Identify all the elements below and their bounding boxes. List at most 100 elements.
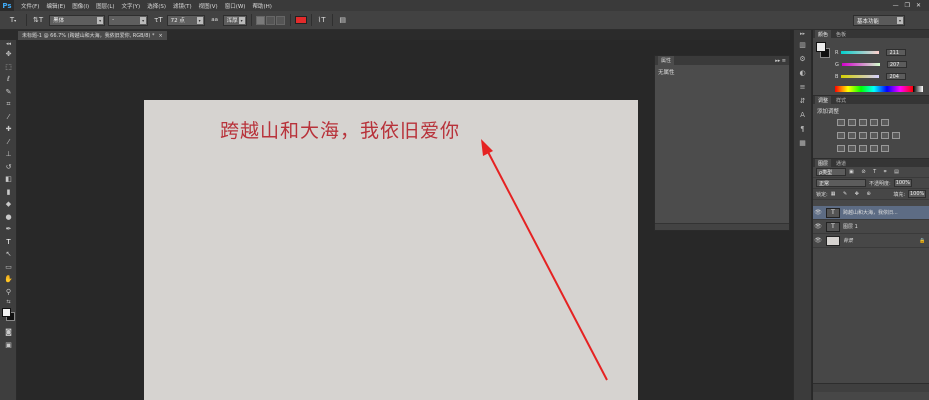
tab-swatches[interactable]: 色板 — [833, 30, 849, 38]
menu-type[interactable]: 文字(Y) — [122, 2, 141, 10]
collapse-toolbar-icon[interactable]: ◂◂ — [0, 40, 17, 48]
menu-file[interactable]: 文件(F) — [21, 2, 39, 10]
dodge-tool-icon[interactable]: ● — [0, 211, 17, 224]
invert-icon[interactable] — [837, 145, 845, 152]
visibility-eye-icon[interactable]: 👁 — [813, 209, 823, 216]
brightness-icon[interactable] — [837, 119, 845, 126]
filter-icons[interactable]: ▣ ⊘ T ⌗ ▤ — [849, 169, 902, 175]
brush-tool-icon[interactable]: ⁄ — [0, 136, 17, 149]
quick-mask-icon[interactable]: ◙ — [0, 326, 17, 339]
align-left-button[interactable] — [255, 15, 265, 25]
threshold-icon[interactable] — [859, 145, 867, 152]
collapse-panels-icon[interactable]: ▸▸ — [794, 30, 811, 38]
swatches-icon[interactable]: ◐ — [794, 66, 811, 80]
exposure-icon[interactable] — [870, 119, 878, 126]
swap-colors-icon[interactable]: ⇆ — [0, 298, 17, 306]
eyedropper-tool-icon[interactable]: ⁄ — [0, 111, 17, 124]
workspace-select[interactable]: 基本功能 ▾ — [853, 15, 905, 26]
visibility-eye-icon[interactable]: 👁 — [813, 223, 823, 230]
foreground-color-swatch[interactable] — [816, 42, 826, 52]
tab-properties[interactable]: 属性 — [658, 56, 675, 65]
antialias-select[interactable]: 浑厚 ▾ — [222, 14, 247, 26]
vibrance-icon[interactable] — [881, 119, 889, 126]
shape-tool-icon[interactable]: ▭ — [0, 261, 17, 274]
color-balance-icon[interactable] — [848, 132, 856, 139]
red-slider[interactable] — [841, 51, 880, 54]
selective-color-icon[interactable] — [881, 145, 889, 152]
pen-tool-icon[interactable]: ✒ — [0, 223, 17, 236]
marquee-tool-icon[interactable]: ⬚ — [0, 61, 17, 74]
canvas-text-layer[interactable]: 跨越山和大海，我依旧爱你 — [220, 116, 460, 143]
warp-text-icon[interactable]: ⌇T — [316, 14, 328, 26]
tab-color[interactable]: 颜色 — [815, 30, 832, 38]
gradient-map-icon[interactable] — [870, 145, 878, 152]
menu-select[interactable]: 选择(S) — [147, 2, 166, 10]
character-panel-icon[interactable]: A — [794, 108, 811, 122]
grayscale-ramp[interactable] — [913, 86, 923, 92]
blue-value-input[interactable]: 204 — [886, 73, 907, 80]
menu-image[interactable]: 图像(I) — [72, 2, 89, 10]
eraser-tool-icon[interactable]: ◧ — [0, 173, 17, 186]
fill-input[interactable]: 100% — [908, 190, 926, 198]
document-canvas[interactable]: 跨越山和大海，我依旧爱你 — [144, 100, 638, 400]
info-panel-icon[interactable]: ⇵ — [794, 94, 811, 108]
font-size-select[interactable]: 72 点 ▾ — [166, 14, 205, 26]
hue-saturation-icon[interactable] — [837, 132, 845, 139]
layer-row[interactable]: 👁 T 图层 1 — [813, 220, 929, 234]
tool-presets-icon[interactable]: ▦ — [794, 136, 811, 150]
type-tool-icon[interactable]: T — [0, 236, 17, 249]
tab-styles[interactable]: 样式 — [833, 96, 849, 104]
levels-icon[interactable] — [848, 119, 856, 126]
path-selection-tool-icon[interactable]: ↖ — [0, 248, 17, 261]
panel-menu-icon[interactable]: ▸▸ ≡ — [775, 58, 786, 64]
align-right-button[interactable] — [275, 15, 285, 25]
color-lookup-icon[interactable] — [892, 132, 900, 139]
screen-mode-icon[interactable]: ▣ — [0, 339, 17, 352]
move-tool-icon[interactable]: ✥ — [0, 48, 17, 61]
font-style-select[interactable]: - ▾ — [108, 14, 149, 26]
character-panel-icon[interactable]: ▤ — [337, 14, 349, 26]
blur-tool-icon[interactable]: ◆ — [0, 198, 17, 211]
gradient-tool-icon[interactable]: ▮ — [0, 186, 17, 199]
text-color-swatch[interactable] — [294, 16, 307, 24]
menu-view[interactable]: 视图(V) — [199, 2, 218, 10]
text-tool-preset-icon[interactable]: T ▾ — [4, 14, 22, 26]
menu-filter[interactable]: 滤镜(T) — [173, 2, 192, 10]
curves-icon[interactable] — [859, 119, 867, 126]
menu-layer[interactable]: 图层(L) — [96, 2, 114, 10]
quick-select-tool-icon[interactable]: ✎ — [0, 86, 17, 99]
healing-brush-tool-icon[interactable]: ✚ — [0, 123, 17, 136]
tab-layers[interactable]: 图层 — [815, 159, 832, 167]
layer-filter-select[interactable]: ρ类型 — [816, 168, 846, 176]
align-center-button[interactable] — [265, 15, 275, 25]
tab-adjustments[interactable]: 调整 — [815, 96, 832, 104]
menu-edit[interactable]: 编辑(E) — [46, 2, 65, 10]
green-value-input[interactable]: 207 — [886, 61, 907, 68]
restore-button[interactable]: ❐ — [905, 2, 910, 9]
black-white-icon[interactable] — [859, 132, 867, 139]
history-panel-icon[interactable]: ▥ — [794, 38, 811, 52]
layer-row[interactable]: 👁 背景 🔒 — [813, 234, 929, 248]
crop-tool-icon[interactable]: ⌗ — [0, 98, 17, 111]
document-tab[interactable]: 未标题-1 @ 66.7% (跨越山和大海，我依旧爱你, RGB/8) * × — [18, 31, 167, 40]
minimize-button[interactable]: — — [893, 2, 899, 9]
close-tab-icon[interactable]: × — [158, 33, 162, 39]
clone-stamp-tool-icon[interactable]: ⊥ — [0, 148, 17, 161]
green-slider[interactable] — [841, 63, 880, 66]
zoom-tool-icon[interactable]: ⚲ — [0, 286, 17, 299]
blend-mode-select[interactable]: 正常 — [816, 179, 866, 187]
lock-icons[interactable]: ▦ ✎ ✥ ⊕ — [831, 191, 874, 197]
color-swatches[interactable] — [0, 306, 17, 326]
channel-mixer-icon[interactable] — [881, 132, 889, 139]
blue-slider[interactable] — [841, 75, 880, 78]
close-button[interactable]: ✕ — [916, 2, 921, 9]
toggle-text-orientation-icon[interactable]: ⇅T — [31, 14, 45, 26]
tab-channels[interactable]: 通道 — [833, 159, 849, 167]
color-spectrum-bar[interactable] — [835, 86, 913, 92]
hand-tool-icon[interactable]: ✋ — [0, 273, 17, 286]
menu-window[interactable]: 窗口(W) — [225, 2, 246, 10]
properties-panel-icon[interactable]: ≡ — [794, 80, 811, 94]
red-value-input[interactable]: 211 — [886, 49, 907, 56]
paragraph-panel-icon[interactable]: ¶ — [794, 122, 811, 136]
history-brush-tool-icon[interactable]: ↺ — [0, 161, 17, 174]
